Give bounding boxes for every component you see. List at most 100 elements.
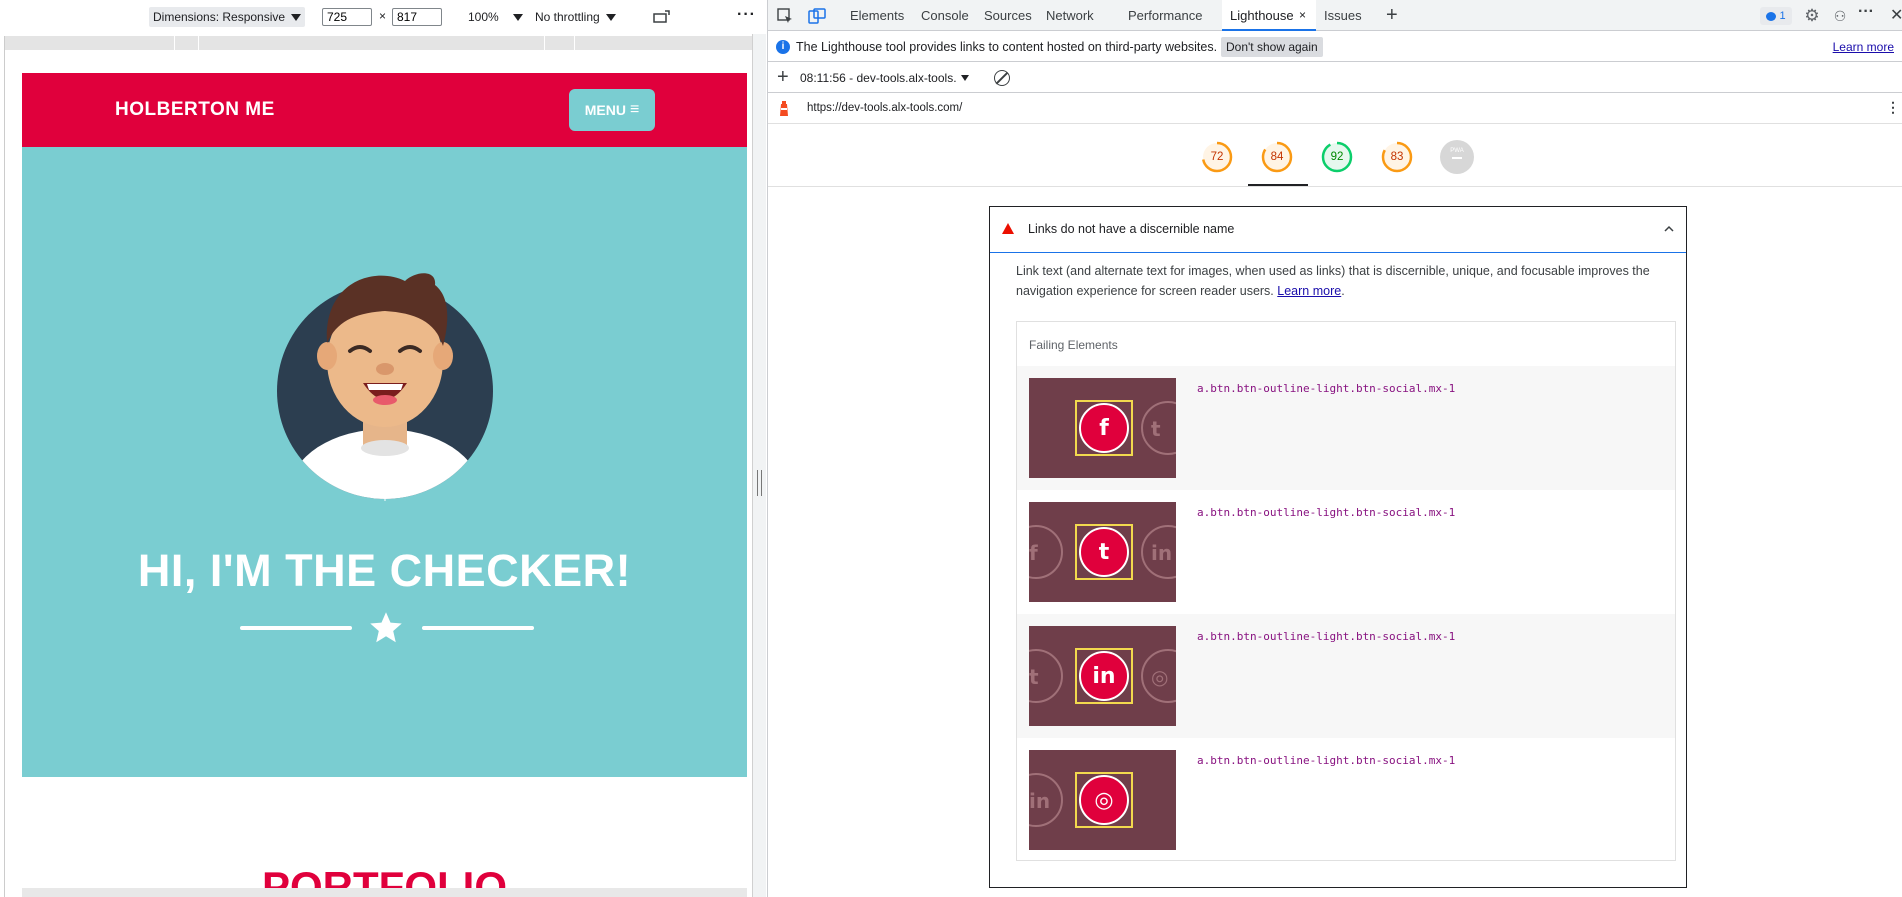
element-screenshot: t ◎ in [1029, 626, 1176, 726]
height-input[interactable] [392, 8, 442, 26]
highlight-box: ◎ [1075, 772, 1133, 828]
customize-icon[interactable]: ⚇ [1831, 7, 1849, 25]
table-row[interactable]: t f a.btn.btn-outline-light.btn-social.mx-… [1017, 366, 1675, 490]
close-devtools-icon[interactable]: ✕ [1890, 5, 1902, 25]
report-dropdown[interactable]: 08:11:56 - dev-tools.alx-tools. [800, 71, 969, 85]
device-toggle-icon[interactable] [808, 7, 826, 25]
tab-lighthouse-label: Lighthouse [1230, 8, 1294, 23]
fail-triangle-icon [1002, 223, 1014, 234]
horizontal-scrollbar[interactable] [22, 888, 747, 897]
chevron-down-icon [512, 13, 523, 21]
hero-title: HI, I'M THE CHECKER! [137, 545, 632, 596]
social-button-left: in [1029, 773, 1063, 827]
star-icon [370, 612, 402, 643]
social-button-right: t [1141, 401, 1176, 455]
element-screenshot: f in t [1029, 502, 1176, 602]
tab-sources[interactable]: Sources [984, 0, 1032, 31]
zoom-label: 100% [468, 10, 499, 24]
failing-elements-table: Failing Elements t f a.btn.btn-outline-lig… [1016, 321, 1676, 861]
gear-icon[interactable]: ⚙ [1803, 6, 1821, 25]
table-row[interactable]: in ◎ a.btn.btn-outline-light.btn-social.mx… [1017, 738, 1675, 862]
tab-elements[interactable]: Elements [850, 0, 904, 31]
dimensions-dropdown[interactable]: Dimensions: Responsive [149, 7, 306, 27]
new-report-icon[interactable]: + [777, 66, 789, 89]
message-icon [1766, 11, 1777, 21]
divider-line-right [422, 626, 534, 630]
failing-elements-header: Failing Elements [1029, 338, 1118, 352]
pwa-label: PWA [1450, 148, 1464, 154]
menu-button[interactable]: MENU ≡ [569, 89, 655, 131]
element-selector[interactable]: a.btn.btn-outline-light.btn-social.mx-1 [1197, 754, 1455, 767]
social-icon: in [1029, 789, 1051, 813]
divider-line-left [240, 626, 352, 630]
highlight-box: t [1075, 524, 1133, 580]
audit-header[interactable]: Links do not have a discernible name [990, 207, 1686, 253]
social-icon: in [1151, 541, 1173, 565]
menu-label: MENU [584, 102, 626, 118]
devtools-tabbar: Elements Console Sources Network Perform… [768, 0, 1902, 31]
social-icon: ◎ [1151, 665, 1169, 689]
width-input[interactable] [322, 8, 372, 26]
ruler-segment [574, 36, 598, 50]
element-screenshot: in ◎ [1029, 750, 1176, 850]
add-tab-icon[interactable]: + [1386, 4, 1398, 27]
throttling-dropdown[interactable]: No throttling [531, 7, 620, 27]
info-icon: i [776, 40, 790, 54]
zoom-dropdown[interactable]: 100% [464, 7, 527, 27]
element-selector[interactable]: a.btn.btn-outline-light.btn-social.mx-1 [1197, 506, 1455, 519]
score-seo[interactable]: 83 [1380, 140, 1414, 174]
score-best-practices[interactable]: 92 [1320, 140, 1354, 174]
issues-counter[interactable]: 1 [1760, 7, 1792, 25]
social-icon: ◎ [1079, 775, 1129, 825]
lighthouse-icon [780, 101, 788, 116]
rotate-icon[interactable] [652, 8, 672, 26]
ruler-segment [544, 36, 574, 50]
audit-description: Link text (and alternate text for images… [1016, 264, 1650, 298]
hamburger-icon: ≡ [629, 101, 640, 118]
dimensions-label: Dimensions: Responsive [153, 10, 286, 24]
tab-network[interactable]: Network [1046, 0, 1094, 31]
element-selector[interactable]: a.btn.btn-outline-light.btn-social.mx-1 [1197, 630, 1455, 643]
audit-learn-more-link[interactable]: Learn more [1277, 284, 1341, 298]
social-icon: t [1151, 417, 1161, 441]
site-brand[interactable]: HOLBERTON ME [115, 99, 275, 121]
tab-performance[interactable]: Performance [1128, 0, 1202, 31]
more-options-icon[interactable]: ··· [737, 6, 756, 24]
chevron-down-icon [291, 13, 302, 21]
table-row[interactable]: t ◎ in a.btn.btn-outline-light.btn-social.m… [1017, 614, 1675, 738]
tab-issues[interactable]: Issues [1324, 0, 1362, 31]
social-button-right: in [1141, 525, 1176, 579]
learn-more-link[interactable]: Learn more [1833, 40, 1894, 54]
masthead: HI, I'M THE CHECKER! [22, 147, 747, 777]
element-screenshot: tf [1029, 378, 1176, 478]
element-selector[interactable]: a.btn.btn-outline-light.btn-social.mx-1 [1197, 382, 1455, 395]
dont-show-again-button[interactable]: Don't show again [1221, 37, 1323, 57]
score-accessibility[interactable]: 84 [1260, 140, 1294, 174]
chevron-down-icon [605, 13, 616, 21]
audit-title: Links do not have a discernible name [1028, 222, 1235, 236]
pwa-badge[interactable]: PWA [1440, 140, 1474, 174]
media-query-ruler [4, 36, 760, 50]
pane-splitter[interactable] [752, 34, 766, 897]
tab-console[interactable]: Console [921, 0, 969, 31]
info-bar: i The Lighthouse tool provides links to … [768, 32, 1902, 62]
devtools-panel: Elements Console Sources Network Perform… [768, 0, 1902, 897]
social-icon: f [1079, 403, 1129, 453]
social-icon: t [1029, 665, 1039, 689]
audit-card: Links do not have a discernible name Lin… [989, 206, 1687, 888]
table-row[interactable]: f in t a.btn.btn-outline-light.btn-social.m… [1017, 490, 1675, 614]
device-emulation-pane: Dimensions: Responsive × 100% No throttl… [0, 0, 768, 897]
clear-icon[interactable] [994, 70, 1010, 86]
ruler-segment [198, 36, 228, 50]
more-options-icon[interactable]: ··· [1858, 3, 1874, 21]
social-icon: in [1079, 651, 1129, 701]
inspect-icon[interactable] [776, 7, 794, 25]
tab-lighthouse[interactable]: Lighthouse × [1222, 0, 1316, 31]
more-options-icon[interactable]: ⋮ [1886, 99, 1900, 116]
chevron-up-icon[interactable] [1664, 225, 1674, 232]
close-icon[interactable]: × [1299, 0, 1306, 31]
dash-icon [1452, 157, 1462, 159]
audited-url[interactable]: https://dev-tools.alx-tools.com/ [807, 102, 962, 114]
score-performance[interactable]: 72 [1200, 140, 1234, 174]
resize-grip-icon[interactable] [757, 470, 762, 496]
